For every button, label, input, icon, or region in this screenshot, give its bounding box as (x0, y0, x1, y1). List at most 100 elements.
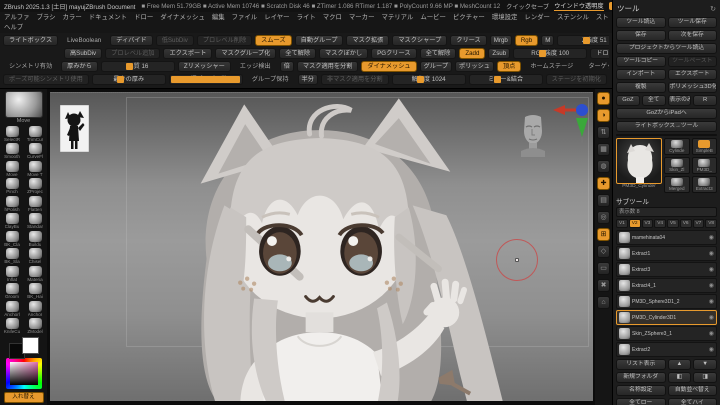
shelf-button[interactable]: 自動グループ (294, 35, 344, 46)
shelf-button[interactable]: 品質 16 (100, 61, 175, 72)
brush-item[interactable]: BK_Cla (2, 230, 23, 248)
menu-item[interactable]: ドキュメント (89, 13, 127, 23)
shelf-button[interactable]: ステージを初期化 (545, 74, 607, 85)
subtool-item[interactable]: PM3D_Sphere3D1_2 ◉ (616, 294, 717, 309)
visibility-eye-icon[interactable]: ◉ (709, 298, 714, 305)
subtool-action-button[interactable]: ◧ (667, 372, 692, 383)
shelf-button[interactable]: 全て解除 (279, 48, 317, 59)
subtool-item[interactable]: PM3D_Cylinder3D1 ◉ (616, 310, 717, 325)
tool-panel-button[interactable]: ツールコピー (616, 56, 666, 67)
shelf-button[interactable]: ターゲットステージ (582, 61, 609, 72)
subtool-tab[interactable]: V8 (705, 219, 717, 228)
viewport-tool-icon[interactable]: ✖ (597, 279, 610, 292)
shelf-button[interactable]: エクスポート (163, 48, 213, 59)
subtool-item[interactable]: Extract3 ◉ (616, 262, 717, 277)
shelf-button[interactable]: RGB強度 100 (513, 48, 588, 59)
subtool-tab[interactable]: V2 (628, 219, 641, 228)
shelf-button[interactable]: 高SubDiv (64, 48, 103, 59)
viewport-tool-icon[interactable]: ✚ (597, 177, 610, 190)
subtool-item[interactable]: Extract2 ◉ (616, 342, 717, 357)
menu-item[interactable]: カラー (63, 13, 82, 23)
menu-item[interactable]: レイヤー (264, 13, 289, 23)
tool-panel-button[interactable]: 次を保存 (667, 30, 717, 41)
brush-item[interactable]: CurveFl (25, 143, 46, 160)
shelf-button[interactable]: 解像度 1024 (391, 74, 466, 85)
tool-panel-button[interactable]: ポリメッシュ3D化 (667, 82, 717, 93)
viewport-tool-icon[interactable]: ◑ (597, 109, 610, 122)
tool-panel-button[interactable]: ライトボックス→ツール (616, 121, 717, 132)
subtool-action-button[interactable]: ▼ (693, 359, 717, 370)
subtool-item[interactable]: Extract1 ◉ (616, 246, 717, 261)
visibility-eye-icon[interactable]: ◉ (709, 282, 714, 289)
shelf-button[interactable]: Zadd (459, 48, 486, 59)
menu-item[interactable]: マテリアル (381, 13, 413, 23)
viewport-tool-icon[interactable]: ◇ (597, 245, 610, 258)
tool-panel-button[interactable]: 保存 (616, 30, 666, 41)
menu-item[interactable]: マーカー (349, 13, 375, 23)
shelf-button[interactable]: マスク拡張 (346, 35, 390, 46)
menu-item[interactable]: レンダー (524, 13, 550, 23)
brush-item[interactable]: ZProjec (25, 178, 46, 195)
viewport-tool-icon[interactable]: ⊞ (597, 228, 610, 241)
current-brush-thumbnail[interactable] (4, 91, 43, 118)
brush-item[interactable]: SelectR (2, 125, 23, 143)
shelf-button[interactable]: クリース (450, 35, 487, 46)
brush-item[interactable]: Pinch (2, 178, 23, 195)
document-canvas[interactable] (50, 92, 593, 401)
tool-thumbnail[interactable]: Merged (664, 176, 690, 193)
shelf-button[interactable]: エッジ検出 (234, 61, 277, 72)
subtool-tab[interactable]: V5 (667, 219, 679, 228)
brush-item[interactable]: BK_Sla (2, 248, 23, 265)
swap-color-button[interactable]: 入れ替え (3, 392, 44, 403)
brush-item[interactable]: Buildu (25, 230, 46, 248)
shelf-button[interactable]: ミラー&結合 (468, 74, 543, 85)
menu-item[interactable]: ダイナメッシュ (160, 13, 205, 23)
refresh-icon[interactable]: ↻ (710, 5, 716, 13)
viewport-tool-icon[interactable]: ◍ (597, 160, 610, 173)
brush-item[interactable]: Standar (25, 213, 46, 230)
viewport-tool-icon[interactable]: ▤ (597, 194, 610, 207)
tool-panel-button[interactable]: インポート (616, 69, 666, 80)
shelf-button[interactable]: 厚みから (61, 61, 98, 72)
tool-panel-button[interactable]: 全て (641, 95, 666, 106)
tool-panel-button[interactable]: ツール読込 (616, 17, 666, 28)
menu-item[interactable]: ライト (297, 13, 316, 23)
shelf-button[interactable]: ライトボックス (3, 35, 59, 46)
menu-item[interactable]: ストローク (596, 13, 608, 23)
subtool-tab[interactable]: V3 (641, 219, 654, 228)
shelf-button[interactable]: 非マスク適用を分割 (320, 74, 389, 85)
shelf-button[interactable]: PGクリース (371, 48, 417, 59)
shelf-button[interactable]: 目標ポリゴン数 (168, 74, 243, 85)
shelf-button[interactable]: ドローサイズ 81.54732 (590, 48, 609, 59)
visibility-eye-icon[interactable]: ◉ (709, 314, 714, 321)
subtool-tab[interactable]: V4 (654, 219, 666, 228)
visibility-eye-icon[interactable]: ◉ (709, 266, 714, 273)
visibility-eye-icon[interactable]: ◉ (709, 346, 714, 353)
shelf-button[interactable]: 低SubDiv (155, 35, 194, 46)
shelf-button[interactable]: Z強度 51 (557, 35, 609, 46)
subtool-action-button[interactable]: 全てハイ (667, 398, 717, 405)
brush-item[interactable]: BK_Hai (25, 283, 46, 300)
brush-item[interactable]: Groom (2, 283, 23, 300)
subtool-action-button[interactable]: リスト表示 (616, 359, 666, 370)
shelf-button[interactable]: プロレベル追加 (105, 48, 161, 59)
shelf-button[interactable]: ポーズ可能シンメトリ使用 (3, 74, 89, 85)
shelf-button[interactable]: グループ保持 (246, 74, 295, 85)
subtool-tab[interactable]: V1 (616, 219, 628, 228)
visibility-eye-icon[interactable]: ◉ (709, 250, 714, 257)
subtool-action-button[interactable]: 名称設定 (616, 385, 666, 396)
brush-item[interactable]: TrimCur (25, 125, 46, 143)
main-color-swatch[interactable] (21, 336, 39, 354)
tool-panel-button[interactable]: GoZ (616, 95, 640, 106)
menu-item[interactable]: ヘルプ (4, 23, 23, 33)
visibility-eye-icon[interactable]: ◉ (709, 330, 714, 337)
visibility-eye-icon[interactable]: ◉ (709, 234, 714, 241)
viewport-tool-icon[interactable]: ⇅ (597, 126, 610, 139)
shelf-button[interactable]: 頂点 (496, 61, 522, 72)
tool-panel-button[interactable]: 表示のみ (667, 95, 692, 106)
shelf-button[interactable]: 最少の厚み (91, 74, 166, 85)
tool-thumbnail[interactable]: SimpleB (691, 138, 717, 155)
tool-thumbnail[interactable]: Extract3 (691, 176, 717, 193)
brush-item[interactable]: Flatten (25, 195, 46, 213)
shelf-button[interactable]: ホームステージ (524, 61, 579, 72)
